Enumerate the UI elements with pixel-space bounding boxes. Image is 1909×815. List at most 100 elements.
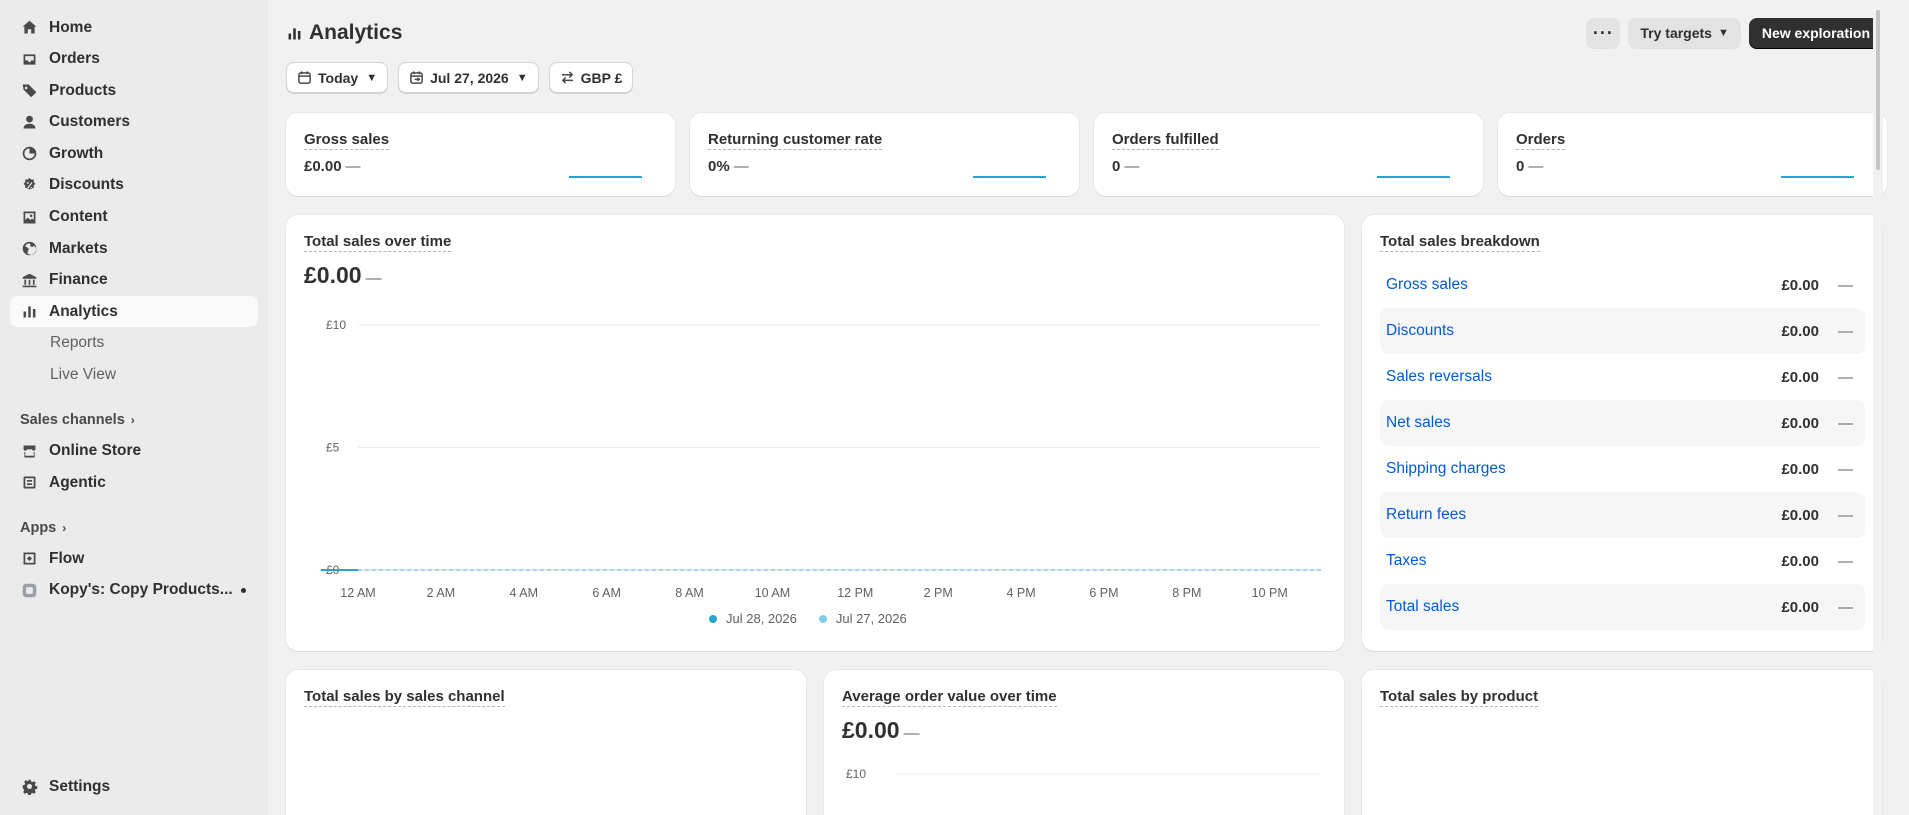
sidebar-item-label: Analytics	[49, 302, 118, 320]
try-targets-button[interactable]: Try targets ▼	[1628, 17, 1741, 49]
new-exploration-button[interactable]: New exploration	[1748, 17, 1883, 49]
sidebar-item-orders[interactable]: Orders	[10, 44, 258, 75]
metric-card-gross-sales[interactable]: Gross sales £0.00—	[286, 113, 675, 196]
total-sales-by-channel-card: Total sales by sales channel	[286, 670, 806, 815]
metric-value-text: £0.00	[304, 158, 342, 175]
breakdown-row: Gross sales £0.00 —	[1380, 262, 1865, 308]
apps-label: Apps	[20, 519, 57, 536]
metric-change: —	[733, 158, 749, 175]
sales-channels-header[interactable]: Sales channels ›	[10, 405, 258, 436]
date-range-picker[interactable]: Today ▼	[286, 62, 389, 93]
metric-value-text: 0	[1516, 158, 1525, 175]
card-title[interactable]: Total sales over time	[304, 233, 452, 252]
comparison-picker[interactable]: Jul 27, 2026 ▼	[398, 62, 539, 93]
value-change: —	[365, 270, 382, 287]
sidebar-item-markets[interactable]: Markets	[10, 233, 258, 264]
y-tick-label: £10	[846, 767, 866, 781]
growth-icon	[20, 145, 38, 163]
sidebar-item-label: Markets	[49, 239, 108, 257]
breakdown-link[interactable]: Total sales	[1386, 598, 1459, 616]
breakdown-link[interactable]: Sales reversals	[1386, 368, 1492, 386]
sidebar-item-flow[interactable]: Flow	[10, 543, 258, 574]
breakdown-link[interactable]: Gross sales	[1386, 276, 1468, 294]
total-sales-breakdown-card: Total sales breakdown Gross sales £0.00— D…	[1362, 215, 1883, 651]
sidebar-item-analytics[interactable]: Analytics	[10, 296, 258, 328]
sidebar-item-label: Online Store	[49, 442, 142, 460]
sidebar-item-finance[interactable]: Finance	[10, 265, 258, 296]
page-title-text: Analytics	[309, 21, 403, 44]
breakdown-link[interactable]: Discounts	[1386, 322, 1454, 340]
breakdown-link[interactable]: Net sales	[1386, 414, 1451, 432]
apps-header[interactable]: Apps ›	[10, 512, 258, 543]
breakdown-row: Total sales £0.00 —	[1380, 584, 1865, 630]
header-actions: ··· Try targets ▼ New exploration	[1586, 17, 1883, 49]
breakdown-link[interactable]: Taxes	[1386, 552, 1427, 570]
date-range-label: Today	[318, 69, 359, 86]
sidebar-item-online-store[interactable]: Online Store	[10, 436, 258, 467]
sidebar-item-label: Kopy's: Copy Products...	[49, 581, 233, 599]
sidebar-item-live-view[interactable]: Live View	[10, 360, 258, 391]
card-title[interactable]: Average order value over time	[842, 688, 1057, 707]
metric-value-text: 0%	[708, 158, 730, 175]
chevron-down-icon: ▼	[516, 71, 528, 84]
sidebar-item-agentic[interactable]: Agentic	[10, 467, 258, 498]
breakdown-row: Taxes £0.00 —	[1380, 538, 1865, 584]
breakdown-change: —	[1838, 276, 1853, 294]
bank-icon	[20, 271, 38, 289]
notification-dot	[241, 587, 246, 593]
breakdown-link[interactable]: Return fees	[1386, 506, 1466, 524]
sales-line-chart[interactable]: £0£5£1012 AM 2 AM 4 AM 6 AM 8 AM 10 AM 12 PM 2 …	[286, 298, 1344, 598]
x-tick-label: 6 PM	[1089, 586, 1118, 598]
more-actions-button[interactable]: ···	[1586, 17, 1621, 49]
sidebar-item-label: Customers	[49, 113, 130, 131]
breakdown-row: Shipping charges £0.00 —	[1380, 446, 1865, 492]
flow-icon	[20, 550, 38, 568]
x-tick-label: 12 AM	[340, 586, 375, 598]
metric-card-returning-customer-rate[interactable]: Returning customer rate 0% —	[690, 113, 1079, 196]
sidebar-item-home[interactable]: Home	[10, 12, 258, 43]
sidebar-item-kopys[interactable]: Kopy's: Copy Products...	[10, 575, 258, 606]
scrollbar-thumb[interactable]	[1876, 10, 1880, 170]
store-icon	[20, 442, 38, 460]
legend-label: Jul 28, 2026	[726, 611, 797, 626]
sidebar-item-settings[interactable]: Settings	[10, 771, 258, 802]
metric-label: Gross sales	[304, 131, 390, 150]
sidebar-item-growth[interactable]: Growth	[10, 138, 258, 169]
breakdown-list: Gross sales £0.00— Discounts £0.00 — Sales re…	[1380, 262, 1865, 630]
card-title[interactable]: Total sales breakdown	[1380, 233, 1540, 252]
metric-card-orders-fulfilled[interactable]: Orders fulfilled 0—	[1094, 113, 1483, 196]
big-value-text: £0.00	[842, 717, 900, 743]
breakdown-change: —	[1838, 414, 1853, 432]
card-title[interactable]: Total sales by sales channel	[304, 688, 505, 707]
page-header: Analytics ··· Try targets ▼ New explorat…	[286, 16, 1883, 50]
breakdown-row: Return fees £0.00 —	[1380, 492, 1865, 538]
sidebar-item-content[interactable]: Content	[10, 202, 258, 233]
metric-card-orders[interactable]: Orders 0—	[1498, 113, 1887, 196]
sidebar-item-label: Home	[49, 18, 93, 36]
chevron-right-icon: ›	[130, 413, 135, 428]
breakdown-change: —	[1838, 598, 1853, 616]
discount-icon	[20, 176, 38, 194]
aov-line-chart[interactable]: £10£5	[824, 758, 1344, 815]
sidebar-item-discounts[interactable]: Discounts	[10, 170, 258, 201]
breakdown-link[interactable]: Shipping charges	[1386, 460, 1506, 478]
sidebar-item-label: Growth	[49, 144, 104, 162]
x-tick-label: 4 PM	[1006, 586, 1035, 598]
sidebar-item-label: Flow	[49, 549, 85, 567]
tag-icon	[20, 82, 38, 100]
legend-label: Jul 27, 2026	[835, 611, 907, 626]
currency-picker[interactable]: GBP £	[548, 62, 634, 93]
sidebar-item-reports[interactable]: Reports	[10, 328, 258, 359]
x-tick-label: 8 AM	[675, 586, 704, 598]
scrollbar[interactable]	[1873, 0, 1883, 815]
breakdown-value: £0.00	[1781, 552, 1819, 570]
sidebar-item-label: Settings	[49, 777, 111, 795]
legend-item[interactable]: Jul 27, 2026	[818, 611, 907, 626]
legend-item[interactable]: Jul 28, 2026	[709, 611, 797, 626]
sidebar-item-label: Content	[49, 208, 108, 226]
sidebar-item-products[interactable]: Products	[10, 75, 258, 106]
breakdown-row: Sales reversals £0.00 —	[1380, 354, 1865, 400]
card-title[interactable]: Total sales by product	[1380, 688, 1539, 707]
sidebar-item-customers[interactable]: Customers	[10, 107, 258, 138]
metric-change: —	[1528, 158, 1544, 175]
